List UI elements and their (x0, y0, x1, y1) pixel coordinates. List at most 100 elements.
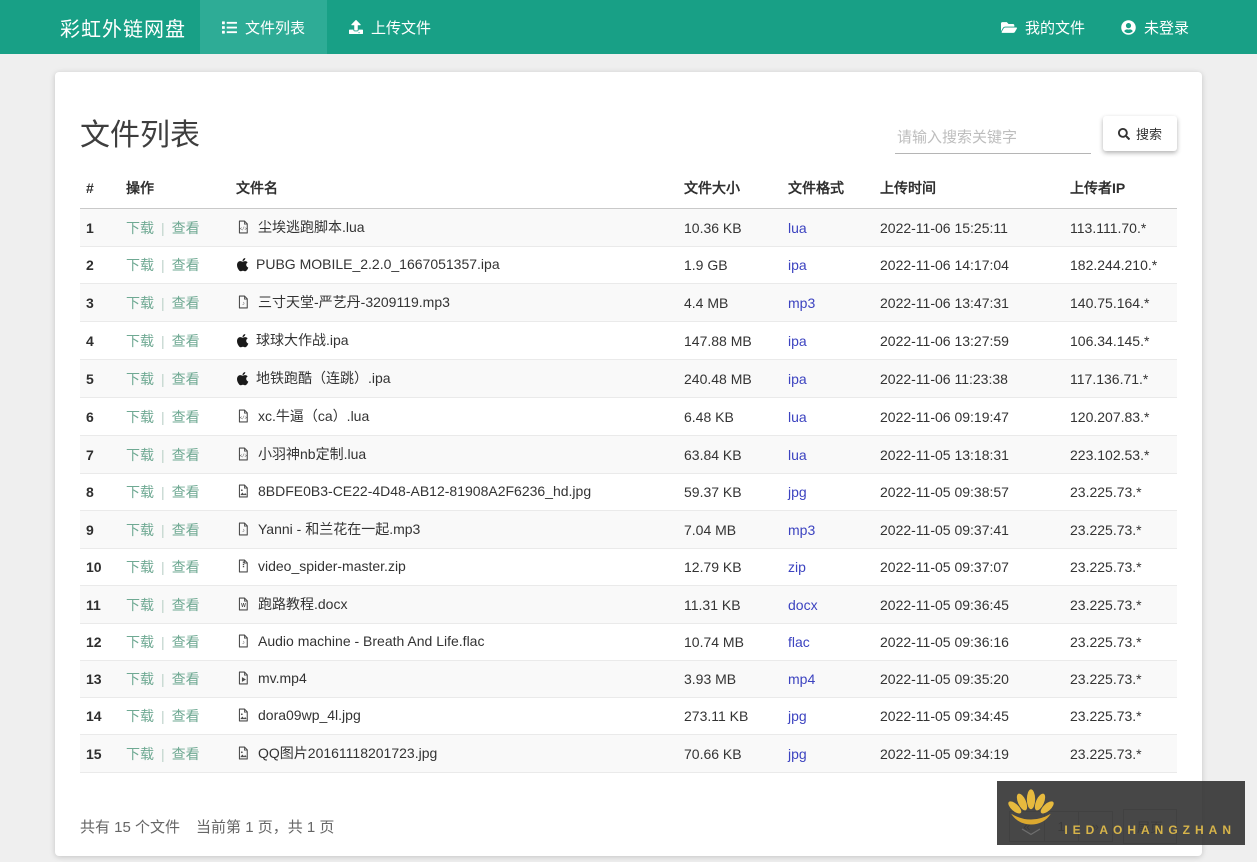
view-link[interactable]: 查看 (172, 634, 200, 650)
file-list-card: 文件列表 搜索 #操作文件名文件大小文件格式上传时间上传者IP 1 下载 | 查看 </… (55, 72, 1202, 856)
column-header: 上传者IP (1064, 168, 1177, 209)
upload-time: 2022-11-05 09:36:45 (874, 585, 1064, 624)
svg-text:♪: ♪ (242, 528, 245, 534)
download-link[interactable]: 下载 (126, 634, 154, 650)
uploader-ip: 120.207.83.* (1064, 397, 1177, 436)
view-link[interactable]: 查看 (172, 671, 200, 687)
file-name-cell: PUBG MOBILE_2.2.0_1667051357.ipa (230, 246, 678, 284)
uploader-ip: 117.136.71.* (1064, 359, 1177, 398)
file-name: 地铁跑酷（连跳）.ipa (256, 370, 391, 386)
table-header-row: # 操作 文件名 文件大小 文件格式 上传时间 上传者IP (80, 168, 1177, 209)
svg-text:</>: </> (239, 415, 247, 421)
search-button-label: 搜索 (1135, 127, 1162, 142)
format-link[interactable]: ipa (788, 333, 807, 349)
uploader-ip: 23.225.73.* (1064, 473, 1177, 511)
file-format-cell: lua (782, 208, 874, 247)
tab-upload-file[interactable]: 上传文件 (327, 0, 453, 54)
view-link[interactable]: 查看 (172, 597, 200, 613)
uploader-ip: 106.34.145.* (1064, 321, 1177, 360)
download-link[interactable]: 下载 (126, 522, 154, 538)
file-image-icon (236, 745, 251, 764)
column-header: # (80, 168, 120, 209)
format-link[interactable]: lua (788, 447, 807, 463)
file-format-cell: ipa (782, 246, 874, 284)
download-link[interactable]: 下载 (126, 447, 154, 463)
view-link[interactable]: 查看 (172, 333, 200, 349)
format-link[interactable]: lua (788, 409, 807, 425)
format-link[interactable]: mp3 (788, 295, 815, 311)
format-link[interactable]: lua (788, 220, 807, 236)
download-link[interactable]: 下载 (126, 746, 154, 762)
format-link[interactable]: jpg (788, 708, 807, 724)
brand-title: 彩虹外链网盘 (60, 18, 186, 41)
table-row: 12 下载 | 查看 ♪ Audio machine - Breath And Life.… (80, 623, 1177, 661)
format-link[interactable]: ipa (788, 257, 807, 273)
file-name: 小羽神nb定制.lua (258, 446, 367, 462)
download-link[interactable]: 下载 (126, 220, 154, 236)
file-name: 尘埃逃跑脚本.lua (258, 219, 365, 235)
view-link[interactable]: 查看 (172, 708, 200, 724)
download-link[interactable]: 下载 (126, 484, 154, 500)
download-link[interactable]: 下载 (126, 671, 154, 687)
login-status-link[interactable]: 未登录 (1121, 17, 1189, 38)
format-link[interactable]: jpg (788, 484, 807, 500)
view-link[interactable]: 查看 (172, 746, 200, 762)
file-name: dora09wp_4l.jpg (258, 706, 361, 723)
download-link[interactable]: 下载 (126, 597, 154, 613)
action-separator: | (161, 446, 165, 463)
view-link[interactable]: 查看 (172, 409, 200, 425)
my-files-label: 我的文件 (1024, 19, 1085, 37)
file-format-cell: ipa (782, 359, 874, 398)
view-link[interactable]: 查看 (172, 559, 200, 575)
search-input[interactable] (894, 122, 1091, 154)
file-name-cell: W 跑路教程.docx (230, 585, 678, 624)
download-link[interactable]: 下载 (126, 295, 154, 311)
view-link[interactable]: 查看 (172, 447, 200, 463)
header-right-nav: 我的文件 未登录 (1000, 0, 1189, 54)
row-actions: 下载 | 查看 (120, 585, 230, 624)
view-link[interactable]: 查看 (172, 257, 200, 273)
download-link[interactable]: 下载 (126, 708, 154, 724)
action-separator: | (161, 596, 165, 613)
format-link[interactable]: flac (788, 634, 810, 650)
action-separator: | (161, 294, 165, 311)
view-link[interactable]: 查看 (172, 371, 200, 387)
my-files-link[interactable]: 我的文件 (1000, 17, 1085, 38)
download-link[interactable]: 下载 (126, 559, 154, 575)
file-image-icon (236, 707, 251, 726)
svg-text:</>: </> (239, 226, 247, 232)
view-link[interactable]: 查看 (172, 295, 200, 311)
row-actions: 下载 | 查看 (120, 734, 230, 773)
format-link[interactable]: mp4 (788, 671, 815, 687)
file-name-cell: 8BDFE0B3-CE22-4D48-AB12-81908A2F6236_hd.… (230, 473, 678, 511)
format-link[interactable]: zip (788, 559, 806, 575)
file-size: 6.48 KB (678, 397, 782, 436)
download-link[interactable]: 下载 (126, 333, 154, 349)
file-format-cell: lua (782, 397, 874, 436)
view-link[interactable]: 查看 (172, 484, 200, 500)
file-size: 10.74 MB (678, 623, 782, 661)
column-header: 上传时间 (874, 168, 1064, 209)
format-link[interactable]: docx (788, 597, 818, 613)
format-link[interactable]: ipa (788, 371, 807, 387)
download-link[interactable]: 下载 (126, 371, 154, 387)
file-format-cell: lua (782, 435, 874, 474)
uploader-ip: 23.225.73.* (1064, 510, 1177, 549)
download-link[interactable]: 下载 (126, 409, 154, 425)
row-index: 13 (80, 660, 120, 698)
column-header: 文件大小 (678, 168, 782, 209)
file-size: 4.4 MB (678, 283, 782, 322)
file-count-summary: 共有 15 个文件 当前第 1 页，共 1 页 (80, 816, 334, 837)
view-link[interactable]: 查看 (172, 220, 200, 236)
format-link[interactable]: jpg (788, 746, 807, 762)
search-button[interactable]: 搜索 (1102, 116, 1177, 151)
tab-file-list[interactable]: 文件列表 (200, 0, 328, 54)
action-separator: | (161, 370, 165, 387)
view-link[interactable]: 查看 (172, 522, 200, 538)
format-link[interactable]: mp3 (788, 522, 815, 538)
download-link[interactable]: 下载 (126, 257, 154, 273)
table-row: 2 下载 | 查看 PUBG MOBILE_2.2.0_1667051357.ipa 1.… (80, 246, 1177, 284)
table-row: 6 下载 | 查看 </> xc.牛逼（ca）.lua 6.48 KB lua 2022-11-… (80, 397, 1177, 436)
row-index: 14 (80, 697, 120, 735)
upload-time: 2022-11-05 09:38:57 (874, 473, 1064, 511)
